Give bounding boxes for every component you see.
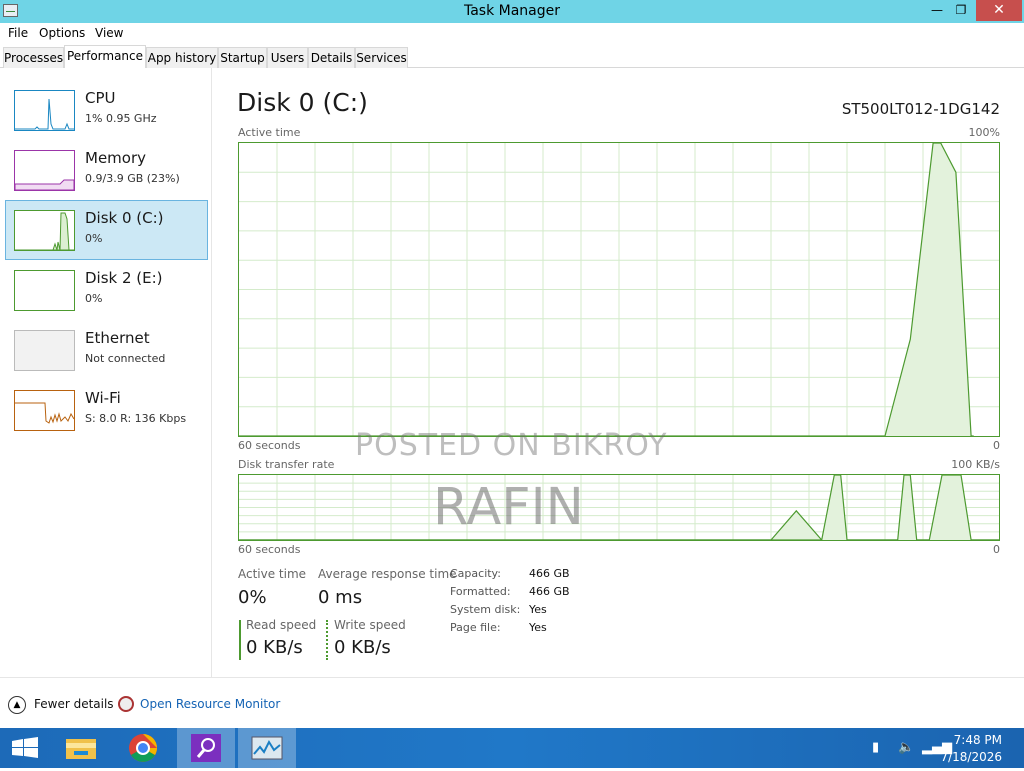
battery-icon[interactable]: ▮ [872, 740, 879, 755]
watermark-line-1: POSTED ON BIKROY [355, 428, 668, 463]
menu-bar: File Options View [0, 23, 1024, 44]
menu-file[interactable]: File [8, 26, 28, 40]
start-icon[interactable] [0, 728, 58, 768]
sidebar-item-title: CPU [85, 89, 116, 107]
fewer-details-link[interactable]: Fewer details [34, 697, 114, 711]
system-disk-key: System disk: [450, 603, 521, 616]
tab-bar: Processes Performance App history Startu… [0, 45, 1024, 68]
taskbar: ▮ 🔈 ▂▄▆ 7:48 PM 7/18/2026 [0, 728, 1024, 768]
disk-model-label: ST500LT012-1DG142 [841, 100, 1000, 118]
formatted-value: 466 GB [529, 585, 570, 598]
chevron-up-icon[interactable]: ▲ [8, 696, 26, 714]
page-title: Disk 0 (C:) [237, 88, 368, 117]
transfer-rate-graph-max-label: 100 KB/s [951, 458, 1000, 471]
window-title: Task Manager [463, 3, 561, 19]
sidebar-item-title: Ethernet [85, 329, 150, 347]
page-file-key: Page file: [450, 621, 501, 634]
sidebar-item-disk-0[interactable]: Disk 0 (C:) 0% [5, 200, 208, 260]
sidebar-item-cpu[interactable]: CPU 1% 0.95 GHz [5, 80, 208, 140]
write-speed-indicator [326, 620, 328, 660]
sidebar-item-disk-2[interactable]: Disk 2 (E:) 0% [5, 260, 208, 320]
menu-options[interactable]: Options [39, 26, 85, 40]
read-speed-indicator [239, 620, 241, 660]
open-resource-monitor-link[interactable]: Open Resource Monitor [140, 697, 280, 711]
volume-icon[interactable]: 🔈 [898, 740, 914, 755]
sidebar-item-title: Memory [85, 149, 147, 167]
wifi-thumbnail-graph [14, 390, 75, 431]
sidebar-item-subtitle: 0% [85, 232, 103, 245]
task-manager-icon[interactable] [238, 728, 296, 768]
active-time-graph-max-label: 100% [968, 126, 1000, 139]
footer-bar: ▲ Fewer details Open Resource Monitor [0, 677, 1024, 728]
tab-users[interactable]: Users [267, 47, 308, 68]
memory-thumbnail-graph [14, 150, 75, 191]
ethernet-thumbnail-graph [14, 330, 75, 371]
file-explorer-icon[interactable] [52, 728, 110, 768]
transfer-rate-graph-label: Disk transfer rate [238, 458, 335, 471]
resource-monitor-icon[interactable] [118, 696, 134, 712]
sidebar-item-subtitle: 0.9/3.9 GB (23%) [85, 172, 180, 185]
title-bar: Task Manager — ❐ ✕ [0, 0, 1024, 23]
active-time-graph-right-label: 0 [993, 439, 1000, 452]
transfer-rate-graph-right-label: 0 [993, 543, 1000, 556]
sidebar-item-title: Wi-Fi [85, 389, 121, 407]
read-speed-label: Read speed [246, 618, 317, 632]
sidebar-item-title: Disk 0 (C:) [85, 209, 164, 227]
tab-details[interactable]: Details [308, 47, 355, 68]
active-time-stat-label: Active time [238, 567, 307, 581]
tab-app-history[interactable]: App history [146, 47, 218, 68]
avg-response-time-value: 0 ms [318, 587, 363, 608]
formatted-key: Formatted: [450, 585, 511, 598]
write-speed-label: Write speed [334, 618, 406, 632]
tab-services[interactable]: Services [355, 47, 408, 68]
active-time-graph-left-label: 60 seconds [238, 439, 301, 452]
system-disk-value: Yes [529, 603, 547, 616]
sidebar-item-wifi[interactable]: Wi-Fi S: 8.0 R: 136 Kbps [5, 380, 208, 440]
active-time-graph [238, 142, 1000, 437]
capacity-key: Capacity: [450, 567, 501, 580]
capacity-value: 466 GB [529, 567, 570, 580]
disk-detail-panel: Disk 0 (C:) ST500LT012-1DG142 Active tim… [213, 68, 1024, 677]
transfer-rate-graph-left-label: 60 seconds [238, 543, 301, 556]
tab-processes[interactable]: Processes [3, 47, 64, 68]
sidebar-item-memory[interactable]: Memory 0.9/3.9 GB (23%) [5, 140, 208, 200]
sidebar-item-subtitle: Not connected [85, 352, 166, 365]
tab-startup[interactable]: Startup [218, 47, 267, 68]
disk-2-thumbnail-graph [14, 270, 75, 311]
chrome-icon[interactable] [114, 728, 172, 768]
maximize-button[interactable]: ❐ [944, 0, 978, 21]
menu-view[interactable]: View [95, 26, 123, 40]
resource-list: CPU 1% 0.95 GHz Memory 0.9/3.9 GB (23%) … [0, 68, 212, 677]
sidebar-item-ethernet[interactable]: Ethernet Not connected [5, 320, 208, 380]
active-time-stat-value: 0% [238, 587, 267, 608]
clock-date[interactable]: 7/18/2026 [940, 750, 1002, 764]
transfer-rate-graph [238, 474, 1000, 541]
cpu-thumbnail-graph [14, 90, 75, 131]
disk-0-thumbnail-graph [14, 210, 75, 251]
tab-performance[interactable]: Performance [64, 45, 146, 68]
search-app-icon[interactable] [177, 728, 235, 768]
sidebar-item-subtitle: S: 8.0 R: 136 Kbps [85, 412, 187, 425]
read-speed-value: 0 KB/s [246, 637, 303, 658]
active-time-graph-label: Active time [238, 126, 301, 139]
close-button[interactable]: ✕ [976, 0, 1022, 21]
sidebar-item-subtitle: 0% [85, 292, 103, 305]
watermark-line-2: RAFIN [433, 478, 584, 537]
avg-response-time-label: Average response time [318, 567, 457, 581]
page-file-value: Yes [529, 621, 547, 634]
write-speed-value: 0 KB/s [334, 637, 391, 658]
clock-time[interactable]: 7:48 PM [954, 733, 1002, 747]
sidebar-item-title: Disk 2 (E:) [85, 269, 163, 287]
sidebar-item-subtitle: 1% 0.95 GHz [85, 112, 157, 125]
